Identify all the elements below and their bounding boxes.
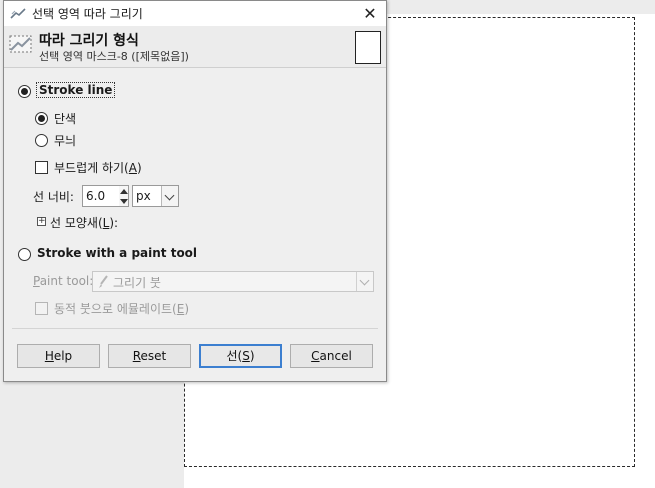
- stroke-tool-icon: [10, 7, 26, 19]
- stroke-button[interactable]: 선(S): [199, 344, 282, 368]
- pattern-radio[interactable]: [35, 134, 48, 147]
- antialias-checkbox[interactable]: [35, 161, 48, 174]
- stroke-line-label[interactable]: Stroke line: [36, 82, 116, 98]
- spin-up-icon[interactable]: [120, 189, 128, 194]
- chevron-down-icon[interactable]: [356, 272, 373, 291]
- unit-value: px: [136, 189, 151, 203]
- antialias-label[interactable]: 부드럽게 하기(A): [54, 159, 142, 176]
- selection-preview: [355, 31, 381, 64]
- solid-color-radio[interactable]: [35, 112, 48, 125]
- pattern-label[interactable]: 무늬: [54, 132, 76, 149]
- chevron-down-icon[interactable]: [161, 186, 178, 206]
- stroke-selection-dialog: 선택 영역 따라 그리기 ✕ 따라 그리기 형식 선택 영역 마스크-8 ([제…: [3, 0, 387, 382]
- button-separator: [12, 328, 378, 329]
- spin-down-icon[interactable]: [120, 199, 128, 204]
- header-subtitle: 선택 영역 마스크-8 ([제목없음]): [39, 50, 189, 63]
- paint-tool-select[interactable]: 그리기 붓: [92, 271, 374, 292]
- close-button[interactable]: ✕: [360, 3, 380, 23]
- dialog-header: 따라 그리기 형식 선택 영역 마스크-8 ([제목없음]): [4, 26, 386, 68]
- help-button[interactable]: Help: [17, 344, 100, 368]
- paint-tool-radio[interactable]: [18, 248, 31, 261]
- line-width-spinner[interactable]: [119, 185, 129, 207]
- selection-stroke-icon: [9, 35, 32, 53]
- line-width-label: 선 너비:: [33, 190, 74, 204]
- paint-tool-value: 그리기 붓: [113, 276, 161, 290]
- solid-color-label[interactable]: 단색: [54, 110, 76, 127]
- header-title: 따라 그리기 형식: [39, 33, 139, 49]
- expand-icon[interactable]: +: [37, 217, 46, 226]
- emulate-dynamics-label[interactable]: 동적 붓으로 에뮬레이트(E): [54, 300, 189, 317]
- reset-button[interactable]: Reset: [108, 344, 191, 368]
- unit-select[interactable]: px: [132, 185, 179, 207]
- dialog-title: 선택 영역 따라 그리기: [32, 7, 143, 21]
- line-width-input[interactable]: 6.0: [82, 185, 120, 207]
- emulate-dynamics-checkbox[interactable]: [35, 302, 48, 315]
- cancel-button[interactable]: Cancel: [290, 344, 373, 368]
- paint-tool-label[interactable]: Stroke with a paint tool: [37, 246, 197, 260]
- close-icon: ✕: [363, 3, 377, 23]
- paintbrush-icon: [99, 275, 108, 288]
- stroke-line-radio[interactable]: [18, 85, 31, 98]
- line-style-expander[interactable]: 선 모양새(L):: [50, 214, 118, 231]
- title-bar[interactable]: 선택 영역 따라 그리기 ✕: [4, 1, 386, 26]
- paint-tool-field-label: Paint tool:: [33, 274, 94, 288]
